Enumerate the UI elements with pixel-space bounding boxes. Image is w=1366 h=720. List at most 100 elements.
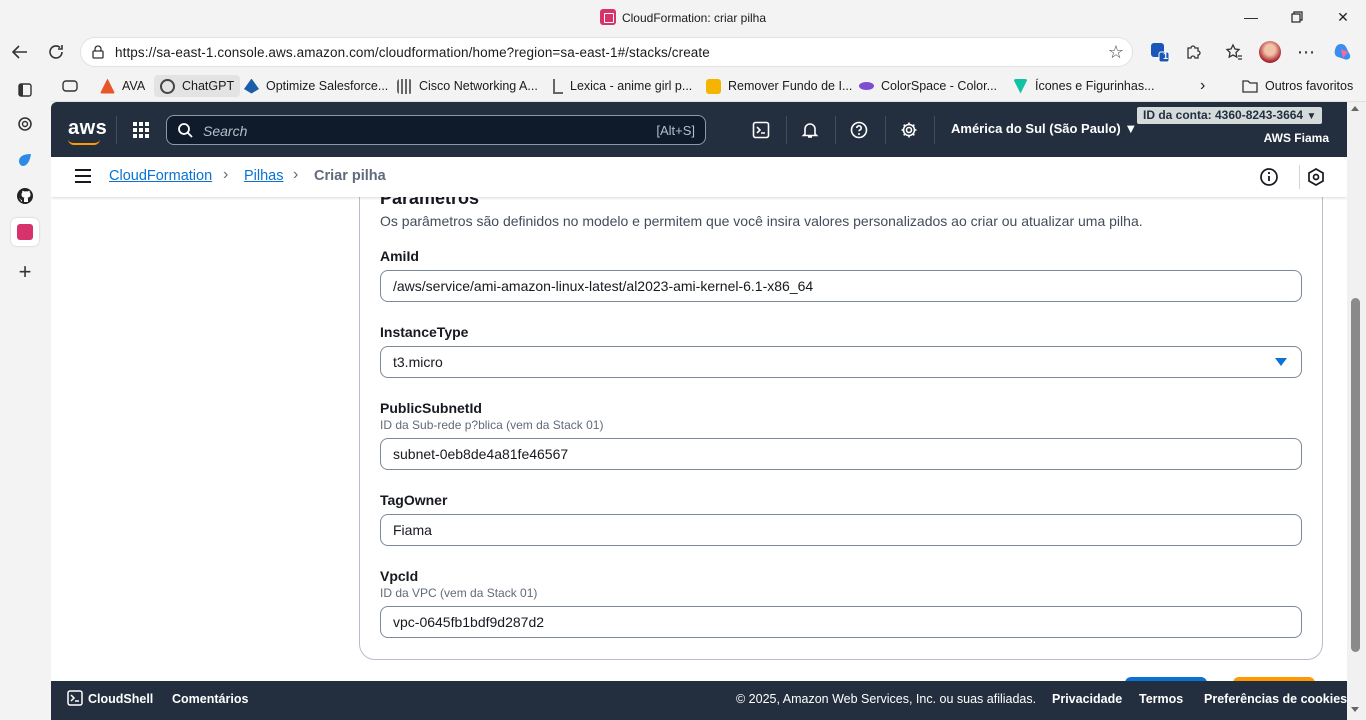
favorite-star-icon[interactable]: ☆ — [1108, 42, 1124, 63]
param-label: InstanceType — [380, 324, 469, 340]
aws-console: aws Search [Alt+S] América do Sul (São P… — [51, 102, 1347, 720]
salesforce-favicon-icon — [244, 78, 259, 94]
copilot-button[interactable] — [1330, 40, 1356, 64]
param-label: PublicSubnetId — [380, 400, 482, 416]
dropdown-caret-icon — [1275, 358, 1287, 366]
bookmark-item[interactable]: AVA — [94, 75, 151, 97]
url-text: https://sa-east-1.console.aws.amazon.com… — [115, 45, 710, 60]
restore-icon — [1291, 11, 1303, 23]
address-bar[interactable]: https://sa-east-1.console.aws.amazon.com… — [80, 37, 1133, 67]
breadcrumb-bar: CloudFormation › Pilhas › Criar pilha — [51, 157, 1347, 197]
icons-favicon-icon — [1013, 78, 1028, 94]
param-hint: ID da VPC (vem da Stack 01) — [380, 586, 538, 600]
bookmarks-more-chevron-icon[interactable]: › — [1194, 75, 1211, 97]
page-scrollbar[interactable] — [1347, 102, 1366, 720]
back-arrow-icon — [11, 45, 27, 59]
bookmark-overflow-button[interactable] — [56, 75, 84, 97]
tab-actions-icon — [62, 80, 78, 92]
back-button[interactable] — [6, 38, 34, 66]
extensions-button[interactable] — [1181, 40, 1207, 64]
nav-divider — [116, 116, 117, 144]
refresh-button[interactable] — [42, 38, 70, 66]
breadcrumb-cloudformation[interactable]: CloudFormation — [109, 168, 212, 184]
scroll-up-arrow-icon[interactable] — [1351, 106, 1359, 111]
footer-feedback[interactable]: Comentários — [172, 692, 248, 706]
param-tagowner: TagOwner Fiama — [380, 492, 1302, 546]
chatgpt-favicon-icon — [160, 78, 175, 94]
help-button[interactable] — [848, 119, 870, 141]
remove-bg-favicon-icon — [706, 78, 721, 94]
bookmark-item[interactable]: Ícones e Figurinhas... — [1007, 75, 1161, 97]
sidebar-chatgpt-button[interactable] — [11, 110, 39, 138]
region-selector[interactable]: América do Sul (São Paulo) ▼ — [951, 121, 1137, 136]
site-info-icon[interactable] — [91, 45, 105, 59]
vpcid-input[interactable]: vpc-0645fb1bdf9d287d2 — [380, 606, 1302, 638]
aws-logo[interactable]: aws — [68, 117, 107, 145]
side-navigation-menu-icon[interactable] — [75, 169, 91, 183]
cisco-favicon-icon — [397, 78, 412, 94]
bookmark-item[interactable]: Optimize Salesforce... — [238, 75, 394, 97]
nav-divider — [786, 116, 787, 144]
cloudformation-app-icon — [17, 224, 33, 240]
param-amiid: AmiId /aws/service/ami-amazon-linux-late… — [380, 248, 1302, 302]
bookmark-favicon-icon — [100, 78, 115, 94]
footer-cloudshell[interactable]: CloudShell — [67, 690, 153, 706]
favorites-button[interactable] — [1221, 40, 1247, 64]
browser-toolbar: https://sa-east-1.console.aws.amazon.com… — [0, 34, 1366, 70]
window-title-text: CloudFormation: criar pilha — [621, 11, 767, 25]
amiid-input[interactable]: /aws/service/ami-amazon-linux-latest/al2… — [380, 270, 1302, 302]
parameters-description: Os parâmetros são definidos no modelo e … — [380, 213, 1143, 229]
cloudshell-button[interactable] — [750, 119, 772, 141]
footer-terms-link[interactable]: Termos — [1139, 692, 1183, 706]
tagowner-input[interactable]: Fiama — [380, 514, 1302, 546]
publicsubnetid-input[interactable]: subnet-0eb8de4a81fe46567 — [380, 438, 1302, 470]
bookmarks-bar: AVA ChatGPT Optimize Salesforce... Cisco… — [0, 70, 1366, 102]
param-hint: ID da Sub-rede p?blica (vem da Stack 01) — [380, 418, 604, 432]
more-options-button[interactable]: ⋯ — [1293, 40, 1319, 64]
services-menu-grid-icon[interactable] — [133, 122, 149, 138]
puzzle-icon — [1187, 45, 1201, 59]
instancetype-select[interactable]: t3.micro — [380, 346, 1302, 378]
edge-sidebar: + — [0, 70, 50, 720]
aws-search-input[interactable]: Search [Alt+S] — [166, 115, 706, 145]
bell-icon — [801, 123, 819, 138]
account-id-badge[interactable]: ID da conta: 4360-8243-3664 ▼ — [1137, 107, 1323, 124]
breadcrumb-pilhas[interactable]: Pilhas — [244, 168, 284, 184]
bookmark-item[interactable]: Remover Fundo de I... — [700, 75, 858, 97]
minimize-button[interactable]: — — [1228, 0, 1274, 34]
refresh-icon — [49, 45, 63, 59]
sidebar-add-button[interactable]: + — [11, 258, 39, 286]
chatgpt-icon — [18, 117, 32, 131]
sidebar-cloudformation-button[interactable] — [11, 218, 39, 246]
info-icon[interactable] — [1259, 167, 1279, 187]
sidebar-github-button[interactable] — [11, 182, 39, 210]
footer-privacy-link[interactable]: Privacidade — [1052, 692, 1122, 706]
bookmark-item[interactable]: ColorSpace - Color... — [853, 75, 1003, 97]
parameters-panel: Parâmetros Os parâmetros são definidos n… — [359, 197, 1323, 660]
account-name[interactable]: AWS Fiama — [1264, 131, 1329, 145]
bookmark-item[interactable]: ChatGPT — [154, 75, 241, 97]
breadcrumb-chevron-icon: › — [293, 166, 299, 183]
bookmark-item[interactable]: Cisco Networking A... — [391, 75, 544, 97]
notifications-button[interactable] — [799, 119, 821, 141]
param-instancetype: InstanceType t3.micro — [380, 324, 1302, 378]
scrollbar-thumb[interactable] — [1351, 298, 1360, 652]
gear-icon — [901, 122, 917, 138]
parameters-heading: Parâmetros — [380, 197, 480, 208]
droplet-app-icon — [19, 154, 31, 166]
settings-button[interactable] — [898, 119, 920, 141]
param-vpcid: VpcId ID da VPC (vem da Stack 01) vpc-06… — [380, 568, 1302, 638]
scroll-down-arrow-icon[interactable] — [1351, 707, 1359, 712]
extension-shield-button[interactable]: 1 — [1146, 40, 1172, 64]
other-favorites-folder[interactable]: Outros favoritos — [1236, 75, 1359, 97]
footer-cookies-link[interactable]: Preferências de cookies — [1204, 692, 1347, 706]
folder-icon — [1242, 80, 1258, 93]
close-window-button[interactable]: ✕ — [1320, 0, 1366, 34]
bookmark-item[interactable]: Lexica - anime girl p... — [547, 75, 698, 97]
tab-actions-button[interactable] — [11, 76, 39, 104]
hexagon-settings-icon[interactable] — [1306, 167, 1326, 187]
profile-button[interactable] — [1257, 40, 1283, 64]
maximize-button[interactable] — [1274, 0, 1320, 34]
sidebar-app-button[interactable] — [11, 146, 39, 174]
terminal-icon — [752, 121, 770, 139]
